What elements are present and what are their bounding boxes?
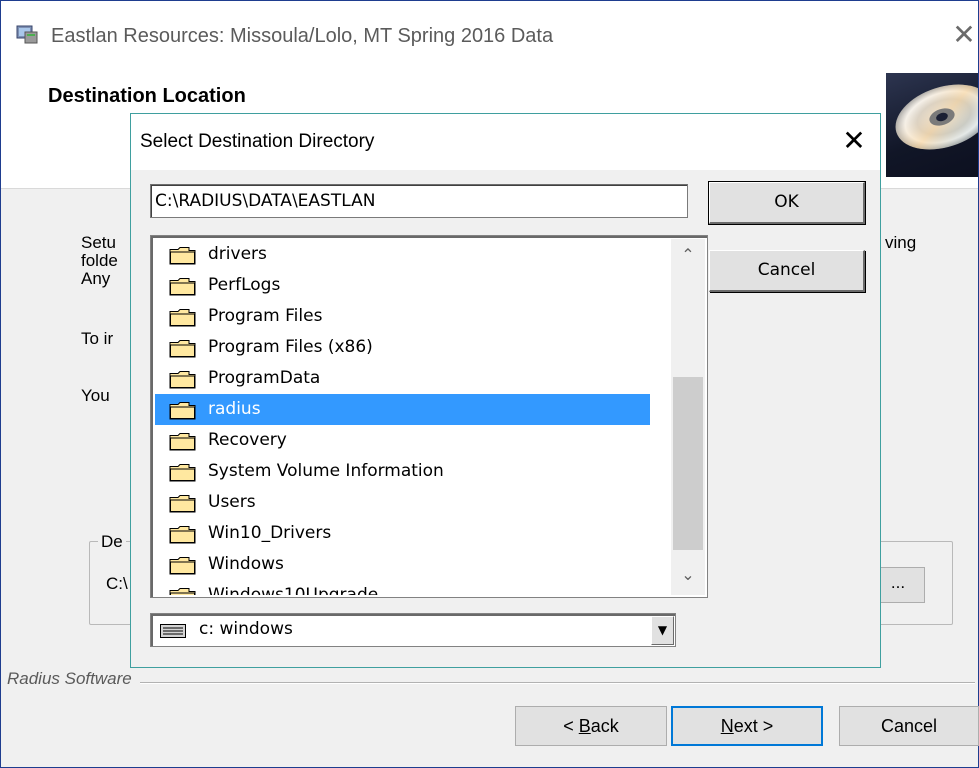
folder-list-item[interactable]: drivers [155, 239, 650, 270]
folder-name: Program Files [208, 306, 323, 326]
setup-computer-icon [16, 25, 38, 44]
window-titlebar: Eastlan Resources: Missoula/Lolo, MT Spr… [1, 1, 978, 73]
folder-icon [169, 526, 196, 544]
folder-name: Users [208, 492, 256, 512]
folder-list[interactable]: drivers PerfLogs Program Files Program File… [150, 235, 708, 598]
dialog-titlebar: Select Destination Directory ✕ [131, 114, 880, 170]
folder-icon [169, 557, 196, 575]
dialog-close-icon[interactable]: ✕ [837, 124, 871, 158]
folder-name: Windows10Upgrade [208, 585, 379, 595]
folder-list-item[interactable]: Win10_Drivers [155, 518, 650, 549]
folder-icon [169, 433, 196, 451]
folder-name: drivers [208, 244, 267, 264]
folder-list-item[interactable]: radius [155, 394, 650, 425]
folder-list-item[interactable]: ProgramData [155, 363, 650, 394]
brand-label: Radius Software [7, 669, 140, 689]
folder-name: Recovery [208, 430, 287, 450]
body-text-fragment: folde [81, 251, 118, 270]
select-directory-dialog: Select Destination Directory ✕ OK Cancel… [130, 113, 881, 668]
destination-path: C:\ [106, 574, 128, 593]
folder-name: Win10_Drivers [208, 523, 332, 543]
ok-button[interactable]: OK [708, 181, 866, 225]
body-text-fragment: Any [81, 269, 111, 288]
folder-icon [169, 402, 196, 420]
folder-icon [169, 309, 196, 327]
next-button[interactable]: Next > [671, 706, 823, 746]
folder-name: Program Files (x86) [208, 337, 373, 357]
folder-list-scrollbar[interactable]: ⌃ ⌄ [671, 239, 705, 595]
folder-name: PerfLogs [208, 275, 281, 295]
folder-icon [169, 588, 196, 595]
folder-list-item[interactable]: Windows [155, 549, 650, 580]
body-text-fragment: To ir [81, 329, 114, 348]
folder-list-item[interactable]: PerfLogs [155, 270, 650, 301]
cd-disc-icon [886, 73, 978, 177]
window-title: Eastlan Resources: Missoula/Lolo, MT Spr… [51, 25, 554, 47]
folder-list-item[interactable]: Users [155, 487, 650, 518]
back-prefix: < [563, 716, 579, 736]
folder-list-viewport: drivers PerfLogs Program Files Program File… [155, 239, 671, 595]
dropdown-arrow-icon[interactable]: ▼ [651, 616, 674, 645]
page-title: Destination Location [48, 85, 246, 107]
directory-path-input[interactable] [150, 184, 688, 218]
folder-list-item[interactable]: Program Files [155, 301, 650, 332]
dialog-cancel-button[interactable]: Cancel [709, 250, 865, 292]
folder-name: ProgramData [208, 368, 321, 388]
back-button[interactable]: < Back [515, 706, 667, 746]
body-text-fragment: You [81, 386, 110, 405]
folder-list-item[interactable]: Recovery [155, 425, 650, 456]
hard-drive-icon [160, 624, 186, 638]
folder-list-item[interactable]: Program Files (x86) [155, 332, 650, 363]
group-label: De [98, 532, 126, 552]
folder-icon [169, 495, 196, 513]
drive-select-value: c: windows [199, 619, 293, 639]
folder-list-item[interactable]: Windows10Upgrade [155, 580, 650, 595]
folder-list-item[interactable]: System Volume Information [155, 456, 650, 487]
back-rest: ack [590, 716, 619, 736]
back-hotkey: B [578, 716, 591, 736]
folder-name: System Volume Information [208, 461, 444, 481]
scroll-down-arrow-icon[interactable]: ⌄ [671, 561, 705, 591]
folder-icon [169, 247, 196, 265]
divider [7, 682, 975, 684]
body-text-fragment: Setu [81, 233, 116, 252]
folder-name: Windows [208, 554, 284, 574]
cancel-button[interactable]: Cancel [839, 706, 979, 746]
dialog-title: Select Destination Directory [140, 131, 375, 152]
close-icon[interactable]: ✕ [949, 17, 979, 53]
next-hotkey: N [720, 716, 734, 736]
scroll-thumb[interactable] [673, 377, 703, 550]
drive-select[interactable]: c: windows ▼ [150, 613, 676, 647]
folder-icon [169, 278, 196, 296]
folder-icon [169, 464, 196, 482]
next-rest: ext > [733, 716, 774, 736]
folder-icon [169, 340, 196, 358]
folder-icon [169, 371, 196, 389]
body-text-fragment: ving [885, 233, 917, 252]
scroll-up-arrow-icon[interactable]: ⌃ [671, 241, 705, 271]
folder-name: radius [208, 399, 261, 419]
